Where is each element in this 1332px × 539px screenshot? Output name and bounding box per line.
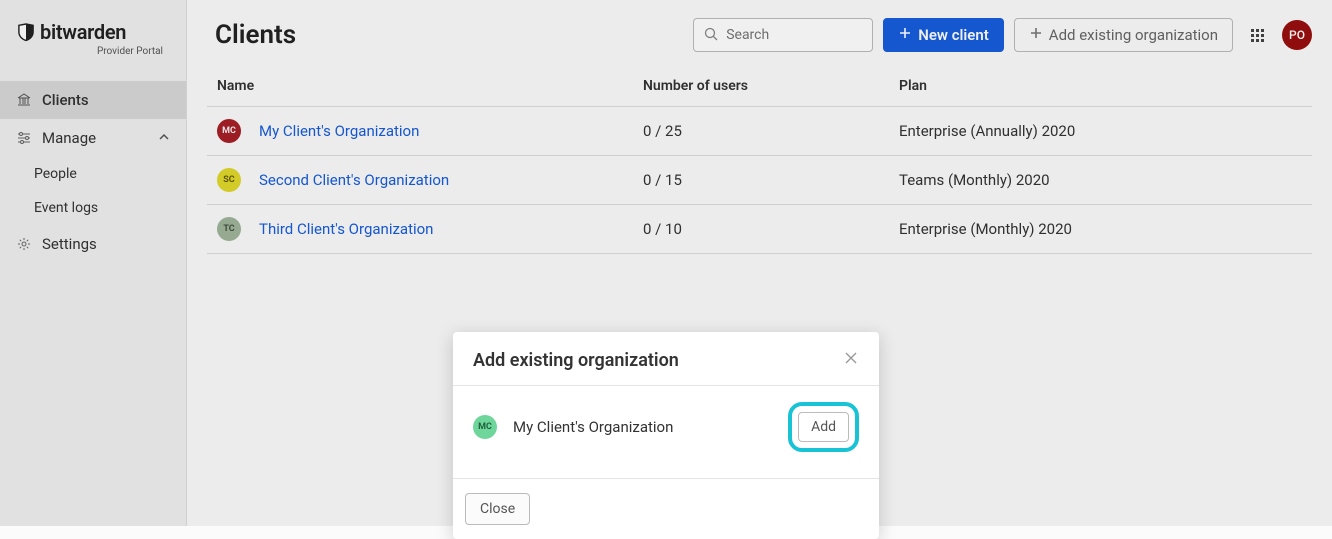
close-icon[interactable] [843,350,859,371]
add-existing-org-modal: Add existing organization MC My Client's… [453,332,879,539]
modal-overlay[interactable]: Add existing organization MC My Client's… [0,0,1332,526]
modal-header: Add existing organization [453,332,879,385]
modal-org-name: My Client's Organization [513,418,673,436]
modal-body: MC My Client's Organization Add [453,386,879,478]
modal-footer: Close [453,478,879,539]
org-badge: MC [473,415,497,439]
add-button[interactable]: Add [798,412,849,442]
highlight-ring: Add [788,402,859,452]
modal-title: Add existing organization [473,350,679,371]
close-button[interactable]: Close [465,493,530,525]
